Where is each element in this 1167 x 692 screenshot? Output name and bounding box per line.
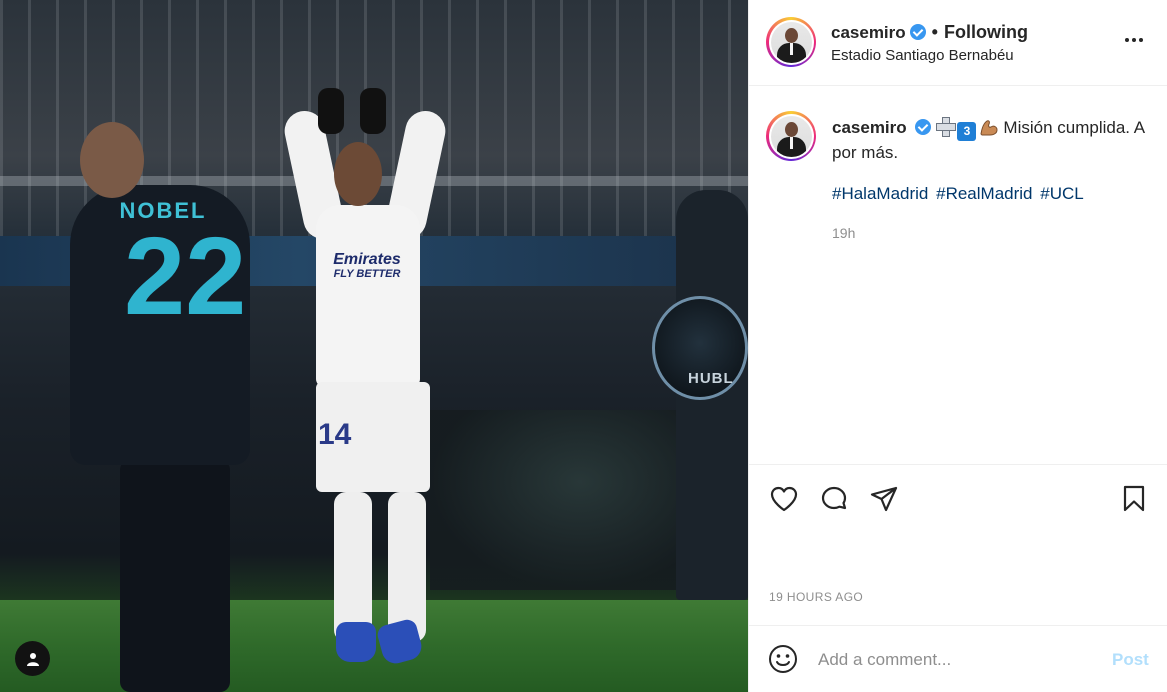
hashtag-link[interactable]: #HalaMadrid [832,184,928,203]
player-shirt [316,205,420,387]
opponent-player-legs [120,460,230,692]
hashtag-list: #HalaMadrid #RealMadrid #UCL [832,184,1087,204]
comment-input[interactable] [818,646,1098,674]
ellipsis-icon [1125,38,1129,42]
verified-badge-icon [909,24,926,40]
tagged-users-button[interactable] [15,641,50,676]
user-tag-icon [26,652,39,666]
heart-icon [770,486,798,512]
paper-plane-icon [870,486,898,512]
shirt-sponsor-line2: FLY BETTER [333,267,401,280]
save-button[interactable] [1118,483,1150,515]
smiley-icon [769,645,797,673]
cross-mark-emoji-icon [935,116,957,137]
post-sidebar: casemiro • Following Estadio Santiago Bern… [748,0,1167,692]
comment-bar: Post [748,625,1167,692]
shirt-sponsor: Emirates FLY BETTER [322,251,412,280]
verified-badge-icon [914,119,931,135]
emoji-picker-button[interactable] [767,643,799,675]
post-comment-button[interactable]: Post [1112,650,1149,670]
comment-icon [821,486,847,510]
location-link[interactable]: Estadio Santiago Bernabéu [831,47,1014,64]
avatar [770,21,812,63]
shorts-number: 14 [318,418,352,451]
like-button[interactable] [768,483,800,515]
substitution-board-text: HUBL [688,370,734,387]
caption-username[interactable]: casemiro [832,118,907,137]
more-options-button[interactable] [1119,28,1149,52]
hashtag-link[interactable]: #RealMadrid [936,184,1032,203]
caption-avatar[interactable] [766,111,816,161]
player-boot-left [336,622,376,662]
keycap-3-emoji-icon: 3 [957,122,977,141]
header-username[interactable]: casemiro [831,23,906,42]
following-button[interactable]: Following [944,22,1028,42]
shirt-sponsor-line1: Emirates [333,251,401,268]
hashtag-link[interactable]: #UCL [1040,184,1083,203]
caption-time[interactable]: 19h [832,225,855,241]
player-head [334,142,382,206]
opponent-player-head [80,122,144,198]
header-user-line: casemiro • Following [831,22,1028,43]
jersey-number: 22 [124,215,247,338]
bookmark-icon [1123,485,1145,512]
separator-dot: • [931,22,938,42]
avatar [770,115,812,157]
share-button[interactable] [868,483,900,515]
comment-button[interactable] [818,483,850,515]
post-header: casemiro • Following Estadio Santiago Bern… [749,0,1167,86]
post-photo[interactable]: HUBL NOBEL 22 Emirates FLY BETTER 14 [0,0,748,692]
post-timestamp[interactable]: 19 HOURS AGO [769,590,863,604]
caption: casemiro 3 Misión cumplida. A por más. [832,116,1152,165]
flexed-biceps-emoji-icon [980,120,998,136]
player-glove-left [318,88,344,134]
player-glove-right [360,88,386,134]
player-leg-left [334,492,372,642]
action-bar [748,464,1167,528]
story-ring-avatar[interactable] [766,17,816,67]
